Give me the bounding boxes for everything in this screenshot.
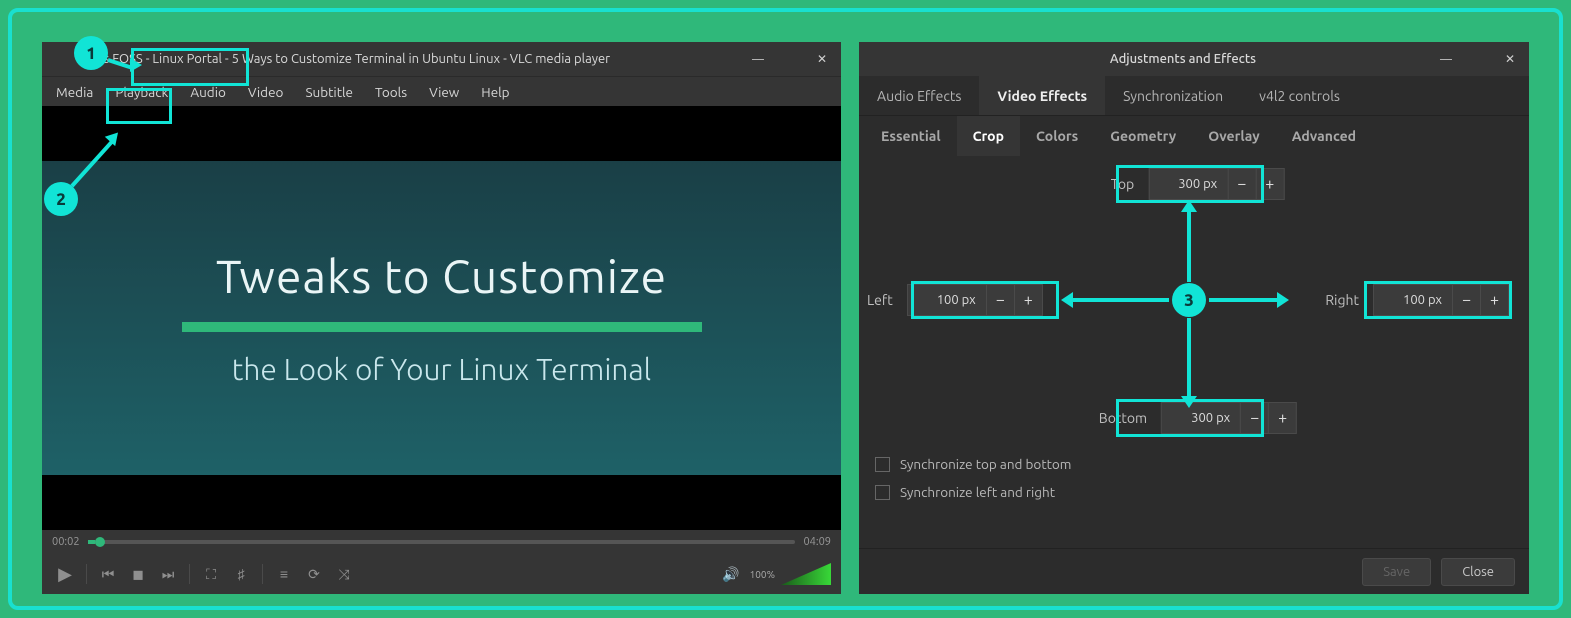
slide-heading: Tweaks to Customize [216, 250, 667, 302]
sync-tb-label: Synchronize top and bottom [900, 456, 1071, 472]
crop-left-label: Left [867, 292, 893, 308]
menu-playback[interactable]: Playback [115, 84, 168, 100]
crop-bottom-input[interactable] [1162, 411, 1240, 425]
extended-button[interactable]: ♯ [228, 561, 254, 587]
video-area[interactable]: Tweaks to Customize the Look of Your Lin… [42, 106, 841, 530]
annotation-badge-1: 1 [74, 36, 108, 70]
dialog-buttons: Save Close [859, 548, 1529, 594]
close-button[interactable]: ✕ [1501, 50, 1519, 68]
plus-button[interactable]: + [1255, 169, 1283, 199]
minus-button[interactable]: − [986, 285, 1014, 315]
crop-left-row: Left −+ [867, 284, 1043, 316]
save-button[interactable]: Save [1362, 558, 1431, 586]
sub-tabs: Essential Crop Colors Geometry Overlay A… [859, 116, 1529, 156]
minimize-button[interactable]: — [1437, 50, 1455, 68]
main-tabs: Audio Effects Video Effects Synchronizat… [859, 76, 1529, 116]
prev-button[interactable]: ⏮ [95, 561, 121, 587]
seek-bar[interactable] [88, 540, 796, 544]
crop-top-label: Top [1111, 176, 1135, 192]
crop-right-row: Right −+ [1325, 284, 1509, 316]
effects-titlebar: Adjustments and Effects — ✕ [859, 42, 1529, 76]
sync-left-right-row[interactable]: Synchronize left and right [875, 484, 1071, 500]
vlc-titlebar: It's FOSS - Linux Portal - 5 Ways to Cus… [42, 42, 841, 76]
crop-right-spinner: −+ [1373, 284, 1509, 316]
vlc-title: It's FOSS - Linux Portal - 5 Ways to Cus… [52, 52, 749, 66]
subtab-geometry[interactable]: Geometry [1094, 116, 1192, 156]
play-button[interactable]: ▶ [52, 561, 78, 587]
tab-video-effects[interactable]: Video Effects [979, 76, 1105, 115]
volume-percent: 100% [750, 569, 775, 580]
maximize-button[interactable] [781, 50, 799, 68]
crop-left-spinner: −+ [907, 284, 1043, 316]
subtab-essential[interactable]: Essential [865, 116, 957, 156]
time-current: 00:02 [52, 536, 80, 548]
close-button[interactable]: ✕ [813, 50, 831, 68]
sync-lr-label: Synchronize left and right [900, 484, 1055, 500]
crop-top-row: Top −+ [1111, 168, 1285, 200]
checkbox-icon[interactable] [875, 457, 890, 472]
stop-button[interactable]: ◼ [125, 561, 151, 587]
menu-help[interactable]: Help [481, 84, 509, 100]
slide-divider [182, 322, 702, 332]
menu-subtitle[interactable]: Subtitle [305, 84, 353, 100]
checkbox-icon[interactable] [875, 485, 890, 500]
seek-row: 00:02 04:09 [42, 530, 841, 554]
tab-synchronization[interactable]: Synchronization [1105, 76, 1241, 115]
minus-button[interactable]: − [1227, 169, 1255, 199]
tab-v4l2[interactable]: v4l2 controls [1241, 76, 1358, 115]
subtab-overlay[interactable]: Overlay [1192, 116, 1275, 156]
effects-window: Adjustments and Effects — ✕ Audio Effect… [859, 42, 1529, 594]
maximize-button[interactable] [1469, 50, 1487, 68]
crop-bottom-label: Bottom [1099, 410, 1147, 426]
crop-left-input[interactable] [908, 293, 986, 307]
subtab-crop[interactable]: Crop [957, 116, 1020, 156]
crop-bottom-row: Bottom −+ [1099, 402, 1297, 434]
vlc-menubar: Media Playback Audio Video Subtitle Tool… [42, 76, 841, 106]
vlc-window: It's FOSS - Linux Portal - 5 Ways to Cus… [42, 42, 841, 594]
menu-view[interactable]: View [429, 84, 459, 100]
annotation-badge-2: 2 [44, 182, 78, 216]
crop-right-label: Right [1325, 292, 1359, 308]
plus-button[interactable]: + [1480, 285, 1508, 315]
plus-button[interactable]: + [1014, 285, 1042, 315]
crop-panel: Top −+ Left −+ Right −+ [859, 156, 1529, 548]
crop-right-input[interactable] [1374, 293, 1452, 307]
menu-media[interactable]: Media [56, 84, 93, 100]
minus-button[interactable]: − [1452, 285, 1480, 315]
menu-tools[interactable]: Tools [375, 84, 407, 100]
time-total: 04:09 [803, 536, 831, 548]
close-dialog-button[interactable]: Close [1441, 558, 1515, 586]
crop-top-spinner: −+ [1148, 168, 1284, 200]
crop-top-input[interactable] [1149, 177, 1227, 191]
shuffle-button[interactable]: ⤨ [331, 561, 357, 587]
sync-top-bottom-row[interactable]: Synchronize top and bottom [875, 456, 1071, 472]
loop-button[interactable]: ⟳ [301, 561, 327, 587]
playlist-button[interactable]: ≡ [271, 561, 297, 587]
control-row: ▶ ⏮ ◼ ⏭ ⛶ ♯ ≡ ⟳ ⤨ 🔊 100% [42, 554, 841, 594]
volume-slider[interactable] [781, 563, 831, 585]
subtab-advanced[interactable]: Advanced [1276, 116, 1372, 156]
next-button[interactable]: ⏭ [155, 561, 181, 587]
menu-audio[interactable]: Audio [190, 84, 226, 100]
tab-audio-effects[interactable]: Audio Effects [859, 76, 979, 115]
mute-button[interactable]: 🔊 [718, 561, 744, 587]
subtab-colors[interactable]: Colors [1020, 116, 1094, 156]
minus-button[interactable]: − [1240, 403, 1268, 433]
menu-video[interactable]: Video [248, 84, 284, 100]
annotation-badge-3: 3 [1172, 283, 1206, 317]
video-frame: Tweaks to Customize the Look of Your Lin… [42, 161, 841, 475]
fullscreen-button[interactable]: ⛶ [198, 561, 224, 587]
slide-subheading: the Look of Your Linux Terminal [232, 352, 651, 386]
minimize-button[interactable]: — [749, 50, 767, 68]
plus-button[interactable]: + [1268, 403, 1296, 433]
effects-title: Adjustments and Effects [929, 52, 1437, 66]
